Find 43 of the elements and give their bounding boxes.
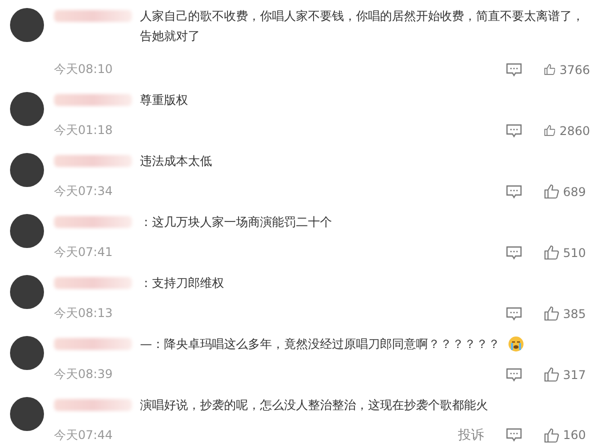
avatar-placeholder[interactable] — [10, 397, 44, 431]
comment-text: ：这几万块人家一场商演能罚二十个 — [140, 214, 332, 231]
report-link[interactable]: 投诉 — [458, 426, 484, 444]
thumbs-up-icon[interactable] — [544, 184, 559, 199]
like-count: 3766 — [559, 62, 590, 76]
comment-time: 今天07:44 — [54, 426, 113, 444]
like-count: 385 — [563, 306, 586, 320]
avatar-placeholder[interactable] — [10, 8, 44, 42]
comment-text: 人家自己的歌不收费，你唱人家不要钱，你唱的居然开始收费，简直不要太离谱了，告她就对了 — [140, 8, 585, 45]
like-count: 689 — [563, 184, 586, 198]
avatar-placeholder[interactable] — [10, 153, 44, 187]
comment-icon[interactable] — [506, 124, 522, 138]
comment-icon[interactable] — [506, 368, 522, 382]
comment-time: 今天08:39 — [54, 366, 113, 383]
like-count: 160 — [563, 428, 586, 442]
comment-icon[interactable] — [506, 246, 522, 260]
avatar-placeholder[interactable] — [10, 214, 44, 248]
comment-time: 今天01:18 — [54, 122, 113, 139]
thumbs-up-icon[interactable] — [544, 123, 556, 138]
comment-text: 违法成本太低 — [140, 153, 212, 170]
thumbs-up-icon[interactable] — [544, 62, 556, 77]
comment-text: ：支持刀郎维权 — [140, 275, 224, 292]
comment-time: 今天08:13 — [54, 305, 113, 322]
like-count: 2860 — [559, 124, 590, 138]
comment-text: 尊重版权 — [140, 92, 188, 109]
thumbs-up-icon[interactable] — [544, 428, 559, 442]
comment-text: 演唱好说，抄袭的呢，怎么没人整治整治，这现在抄袭个歌都能火 — [140, 397, 488, 414]
comment-icon[interactable] — [506, 62, 522, 76]
comment-icon[interactable] — [506, 306, 522, 320]
thumbs-up-icon[interactable] — [544, 306, 559, 321]
avatar-placeholder[interactable] — [10, 275, 44, 309]
comment-icon[interactable] — [506, 428, 522, 442]
avatar-placeholder[interactable] — [10, 92, 44, 126]
comment-time: 今天08:10 — [54, 61, 113, 78]
comment-icon[interactable] — [506, 184, 522, 198]
like-count: 510 — [563, 246, 586, 260]
avatar-placeholder[interactable] — [10, 336, 44, 370]
comment-text: —：降央卓玛唱这么多年，竟然没经过原唱刀郎同意啊？？？？？？ — [140, 336, 500, 353]
like-count: 317 — [563, 368, 586, 382]
comment-time: 今天07:34 — [54, 183, 113, 200]
thumbs-up-icon[interactable] — [544, 245, 559, 260]
thumbs-up-icon[interactable] — [544, 367, 559, 382]
comment-time: 今天07:41 — [54, 244, 113, 261]
